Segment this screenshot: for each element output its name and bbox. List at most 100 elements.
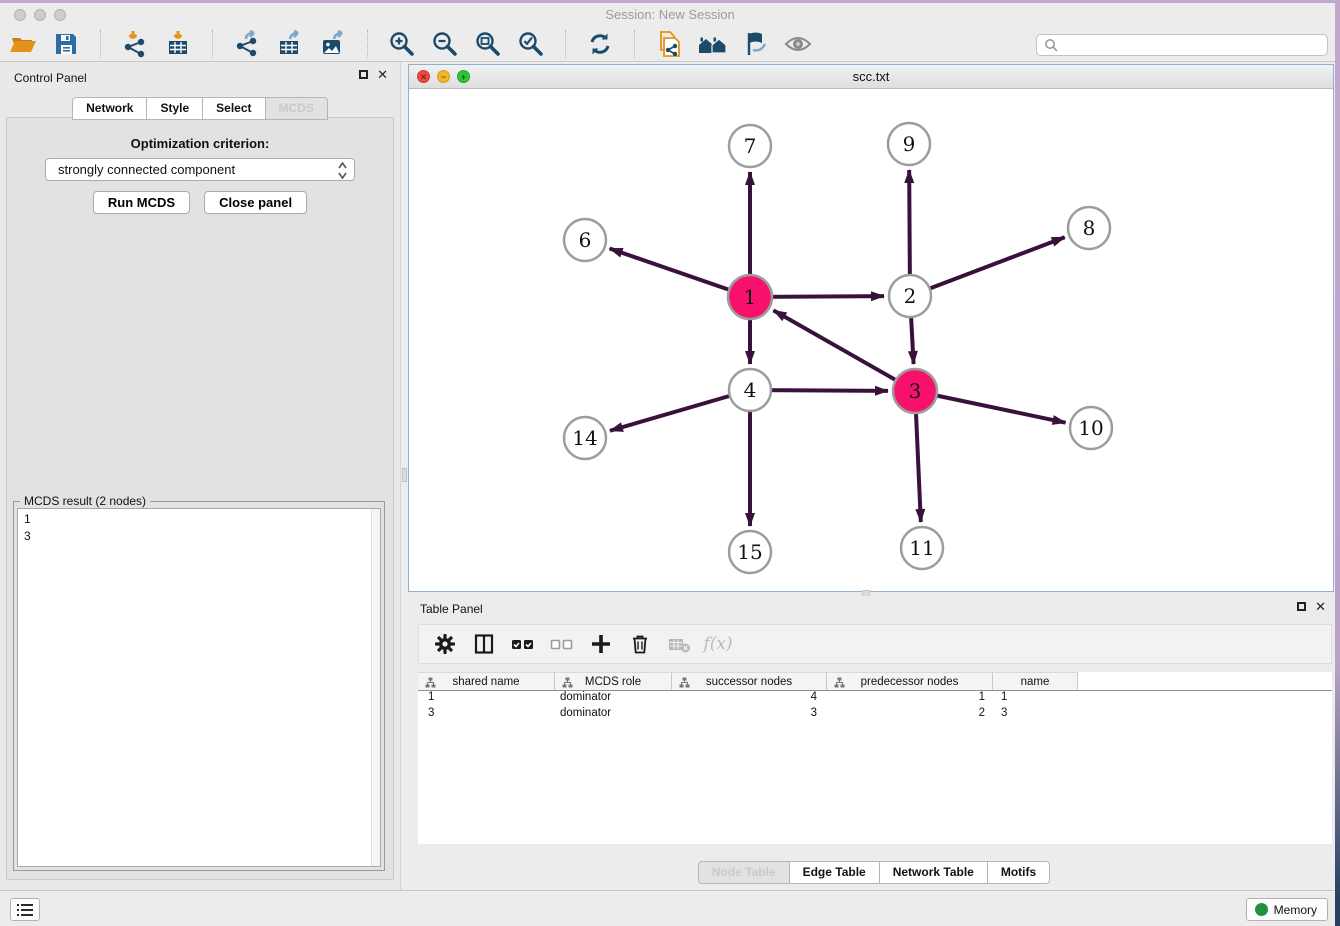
run-mcds-button[interactable]: Run MCDS [93, 191, 190, 214]
save-session-button[interactable] [51, 29, 81, 59]
import-table-button[interactable] [163, 29, 193, 59]
network-graph[interactable]: 7 9 6 8 1 2 4 3 14 10 15 11 [409, 89, 1333, 592]
open-session-icon [9, 30, 37, 58]
column-header-predecessor-nodes[interactable]: predecessor nodes [827, 672, 993, 690]
graph-node-8[interactable]: 8 [1068, 207, 1110, 249]
status-bar: Memory [0, 890, 1340, 926]
import-network-icon [121, 30, 149, 58]
table-row[interactable]: 1dominator411 [418, 691, 1332, 707]
graph-edge-3-1[interactable] [773, 310, 915, 391]
graph-node-9[interactable]: 9 [888, 123, 930, 165]
import-network-button[interactable] [120, 29, 150, 59]
tab-style[interactable]: Style [146, 97, 203, 120]
refresh-button[interactable] [585, 29, 615, 59]
column-type-icon [679, 677, 690, 688]
graph-node-10[interactable]: 10 [1070, 407, 1112, 449]
eye-icon [783, 30, 813, 58]
tab-node-table[interactable]: Node Table [698, 861, 790, 884]
clone-network-button[interactable] [654, 29, 684, 59]
mcds-result-textarea[interactable]: 1 3 [17, 508, 381, 867]
zoom-out-icon [431, 30, 459, 58]
select-all-button[interactable] [511, 632, 535, 656]
float-panel-icon[interactable] [359, 70, 368, 79]
control-panel: Control Panel ✕ NetworkStyleSelectMCDS O… [0, 62, 400, 890]
search-icon [1044, 38, 1058, 52]
graph-node-14[interactable]: 14 [564, 417, 606, 459]
network-window: ✕ − + scc.txt 7 9 6 8 1 2 4 3 14 10 15 11 [408, 64, 1334, 592]
close-panel-button[interactable]: Close panel [204, 191, 307, 214]
add-column-button[interactable] [589, 632, 613, 656]
close-panel-icon[interactable]: ✕ [377, 70, 388, 79]
delete-column-button[interactable] [628, 632, 652, 656]
memory-button[interactable]: Memory [1246, 898, 1328, 921]
graph-node-11[interactable]: 11 [901, 527, 943, 569]
column-header-label: shared name [452, 676, 519, 688]
toolbar-separator [367, 30, 368, 58]
graph-node-2[interactable]: 2 [889, 275, 931, 317]
column-header-shared-name[interactable]: shared name [418, 672, 555, 690]
network-window-titlebar[interactable]: ✕ − + scc.txt [409, 65, 1333, 89]
zoom-out-button[interactable] [430, 29, 460, 59]
mcds-result-title: MCDS result (2 nodes) [20, 494, 150, 508]
table-cell[interactable]: 1 [993, 691, 1078, 707]
zoom-in-button[interactable] [387, 29, 417, 59]
vertical-split-divider[interactable] [400, 62, 408, 890]
app-title: Session: New Session [0, 7, 1340, 22]
table-cell[interactable]: 1 [418, 691, 555, 707]
table-cell[interactable]: 3 [672, 707, 827, 723]
houses-button[interactable] [697, 29, 727, 59]
task-history-button[interactable] [10, 898, 40, 921]
graph-node-7[interactable]: 7 [729, 125, 771, 167]
svg-text:10: 10 [1078, 416, 1103, 440]
tab-edge-table[interactable]: Edge Table [789, 861, 880, 884]
table-row[interactable]: 3dominator323 [418, 707, 1332, 723]
close-panel-icon[interactable]: ✕ [1315, 602, 1326, 611]
table-body: 1dominator4113dominator323 [418, 691, 1332, 723]
delete-table-button [667, 632, 691, 656]
tab-network-table[interactable]: Network Table [879, 861, 988, 884]
optimization-criterion-dropdown[interactable]: strongly connected component [45, 158, 355, 181]
svg-text:15: 15 [737, 540, 762, 564]
save-session-icon [52, 30, 80, 58]
tab-select[interactable]: Select [202, 97, 265, 120]
network-canvas[interactable]: 7 9 6 8 1 2 4 3 14 10 15 11 [409, 89, 1333, 591]
search-box[interactable] [1036, 34, 1328, 56]
table-cell[interactable]: 3 [418, 707, 555, 723]
table-cell[interactable]: 4 [672, 691, 827, 707]
column-header-MCDS-role[interactable]: MCDS role [555, 672, 672, 690]
graph-edge-2-8[interactable] [910, 237, 1065, 296]
table-cell[interactable]: dominator [555, 691, 672, 707]
graph-node-4[interactable]: 4 [729, 369, 771, 411]
result-scrollbar[interactable] [371, 509, 380, 866]
graph-node-1[interactable]: 1 [728, 275, 772, 319]
zoom-fit-button[interactable] [473, 29, 503, 59]
tab-motifs[interactable]: Motifs [987, 861, 1050, 884]
divider-grip[interactable] [402, 468, 407, 482]
export-table-button[interactable] [275, 29, 305, 59]
column-header-successor-nodes[interactable]: successor nodes [672, 672, 827, 690]
tab-mcds[interactable]: MCDS [265, 97, 328, 120]
table-cell[interactable]: 2 [827, 707, 993, 723]
optimization-criterion-label: Optimization criterion: [7, 136, 393, 151]
table-panel-tabs: Node TableEdge TableNetwork TableMotifs [408, 861, 1340, 884]
zoom-selected-button[interactable] [516, 29, 546, 59]
columns-button[interactable] [472, 632, 496, 656]
export-network-button[interactable] [232, 29, 262, 59]
graph-node-15[interactable]: 15 [729, 531, 771, 573]
flag-button[interactable] [740, 29, 770, 59]
deselect-all-button[interactable] [550, 632, 574, 656]
export-image-button[interactable] [318, 29, 348, 59]
delete-table-icon [667, 633, 691, 655]
open-session-button[interactable] [8, 29, 38, 59]
tab-network[interactable]: Network [72, 97, 147, 120]
graph-node-6[interactable]: 6 [564, 219, 606, 261]
search-input[interactable] [1062, 38, 1327, 52]
table-cell[interactable]: 3 [993, 707, 1078, 723]
float-panel-icon[interactable] [1297, 602, 1306, 611]
graph-node-3[interactable]: 3 [893, 369, 937, 413]
svg-text:4: 4 [744, 378, 757, 402]
table-cell[interactable]: 1 [827, 691, 993, 707]
column-header-name[interactable]: name [993, 672, 1078, 690]
gear-button[interactable] [433, 632, 457, 656]
table-cell[interactable]: dominator [555, 707, 672, 723]
